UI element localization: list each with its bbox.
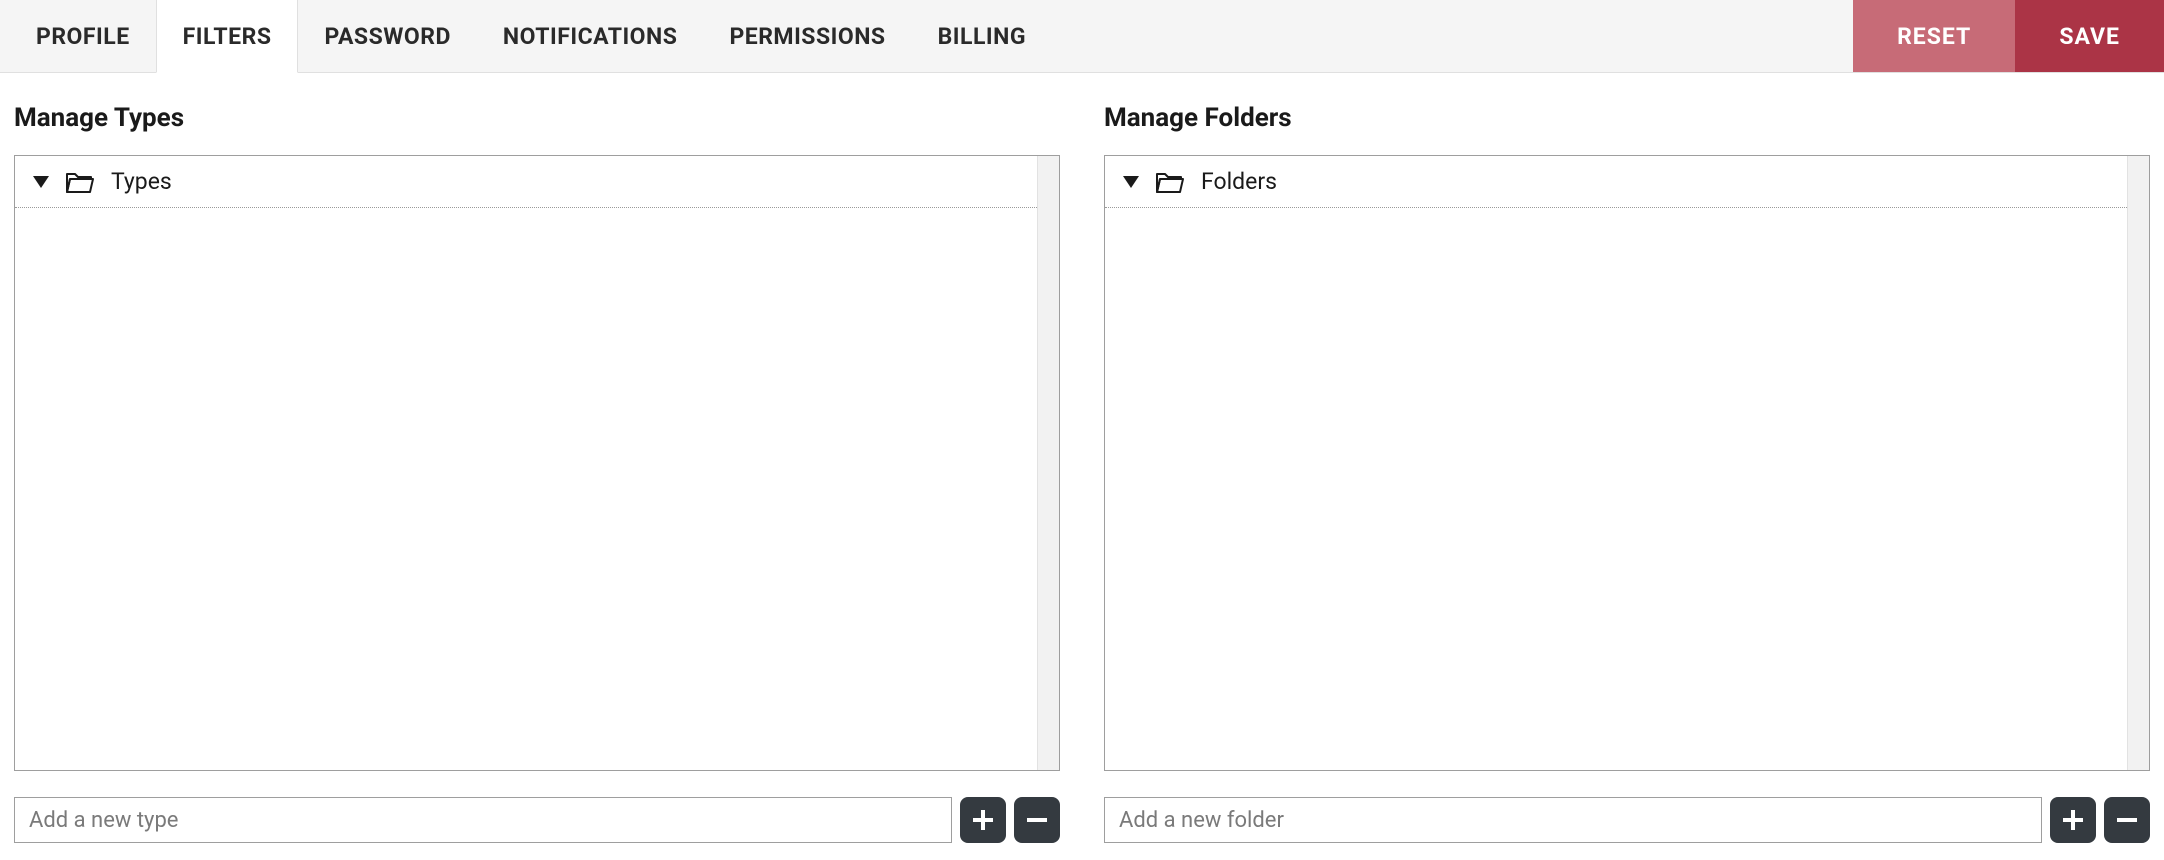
tab-notifications[interactable]: NOTIFICATIONS	[477, 0, 704, 72]
types-tree-root-label: Types	[111, 168, 172, 195]
folders-add-row	[1104, 797, 2150, 843]
caret-down-icon[interactable]	[1123, 176, 1139, 188]
folder-open-icon	[65, 170, 95, 194]
folder-open-icon	[1155, 170, 1185, 194]
folders-panel: Manage Folders Folders	[1104, 103, 2150, 843]
tab-profile[interactable]: PROFILE	[10, 0, 156, 72]
types-panel: Manage Types Types	[14, 103, 1060, 843]
minus-icon	[2117, 810, 2137, 830]
add-type-input[interactable]	[14, 797, 952, 843]
folders-tree-root-label: Folders	[1201, 168, 1277, 195]
main-content: Manage Types Types	[0, 73, 2164, 843]
folders-tree-body[interactable]: Folders	[1105, 156, 2127, 770]
add-folder-button[interactable]	[2050, 797, 2096, 843]
add-type-button[interactable]	[960, 797, 1006, 843]
types-tree-scrollbar[interactable]	[1037, 156, 1059, 770]
plus-icon	[973, 810, 993, 830]
remove-type-button[interactable]	[1014, 797, 1060, 843]
caret-down-icon[interactable]	[33, 176, 49, 188]
plus-icon	[2063, 810, 2083, 830]
save-button[interactable]: SAVE	[2015, 0, 2164, 72]
types-tree-body[interactable]: Types	[15, 156, 1037, 770]
tab-permissions[interactable]: PERMISSIONS	[703, 0, 911, 72]
types-tree-root[interactable]: Types	[15, 156, 1037, 208]
types-add-row	[14, 797, 1060, 843]
types-tree: Types	[14, 155, 1060, 771]
tab-bar: PROFILE FILTERS PASSWORD NOTIFICATIONS P…	[0, 0, 2164, 73]
minus-icon	[1027, 810, 1047, 830]
folders-tree: Folders	[1104, 155, 2150, 771]
folders-panel-title: Manage Folders	[1104, 103, 2150, 133]
remove-folder-button[interactable]	[2104, 797, 2150, 843]
folders-tree-root[interactable]: Folders	[1105, 156, 2127, 208]
add-folder-input[interactable]	[1104, 797, 2042, 843]
folders-tree-scrollbar[interactable]	[2127, 156, 2149, 770]
tab-billing[interactable]: BILLING	[912, 0, 1052, 72]
tab-password[interactable]: PASSWORD	[298, 0, 476, 72]
reset-button[interactable]: RESET	[1853, 0, 2015, 72]
tab-filters[interactable]: FILTERS	[156, 0, 299, 73]
tab-spacer	[1052, 0, 1853, 72]
types-panel-title: Manage Types	[14, 103, 1060, 133]
